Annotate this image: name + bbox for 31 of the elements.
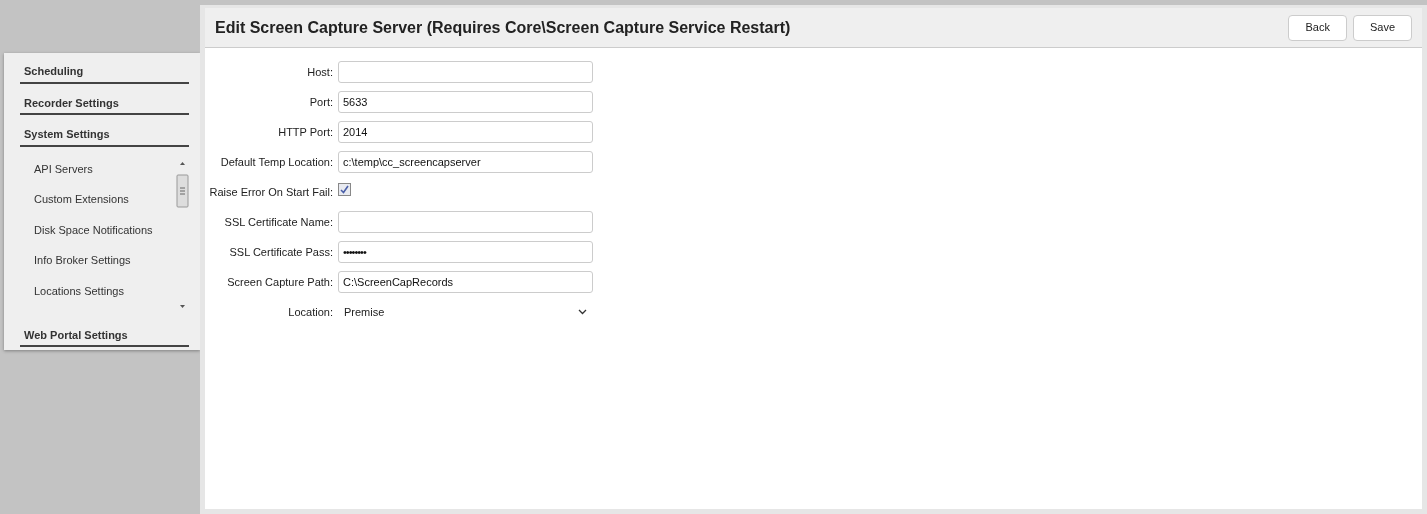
chevron-down-icon	[578, 309, 587, 315]
input-field[interactable]: 5633	[338, 91, 593, 113]
input-field[interactable]: 2014	[338, 121, 593, 143]
select-field[interactable]: Premise	[338, 303, 593, 321]
sidebar-section[interactable]: Scheduling	[20, 63, 189, 84]
input-field[interactable]	[338, 61, 593, 83]
field-label: Raise Error On Start Fail:	[208, 184, 334, 200]
field-label: Host:	[306, 64, 334, 80]
field-label: Screen Capture Path:	[226, 274, 334, 290]
sidebar-item[interactable]: Info Broker Settings	[20, 252, 176, 283]
page-title: Edit Screen Capture Server (Requires Core\Screen Capture Service Restart)	[215, 17, 792, 38]
field-label: SSL Certificate Name:	[223, 214, 334, 230]
sidebar-item[interactable]: Disk Space Notifications	[20, 221, 176, 252]
sidebar-item[interactable]: Locations Settings	[20, 282, 176, 313]
field-label: Port:	[308, 94, 334, 110]
field-label: HTTP Port:	[277, 124, 334, 140]
input-field[interactable]: ••••••••	[338, 241, 593, 263]
field-label: SSL Certificate Pass:	[228, 244, 334, 260]
input-field[interactable]: c:\temp\cc_screencapserver	[338, 151, 593, 173]
input-field[interactable]: C:\ScreenCapRecords	[338, 271, 593, 293]
sidebar-section[interactable]: Web Portal Settings	[20, 326, 189, 347]
field-label: Default Temp Location:	[219, 154, 334, 170]
field-label: Location:	[287, 304, 334, 320]
sidebar-section[interactable]: Recorder Settings	[20, 94, 189, 115]
input-field[interactable]	[338, 211, 593, 233]
sidebar-section[interactable]: System Settings	[20, 126, 189, 147]
header-button[interactable]: Back	[1288, 14, 1347, 41]
header-button[interactable]: Save	[1352, 14, 1412, 41]
sidebar-item[interactable]: Custom Extensions	[20, 191, 176, 222]
checkbox[interactable]	[338, 183, 351, 196]
sidebar-item[interactable]: API Servers	[20, 160, 176, 191]
